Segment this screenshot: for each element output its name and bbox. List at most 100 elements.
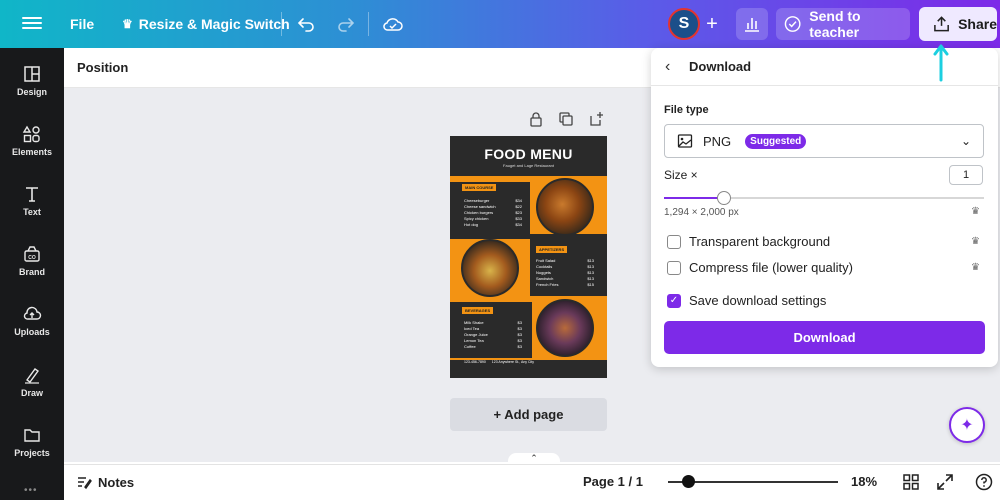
back-chevron-icon[interactable]: ‹ <box>665 58 670 76</box>
sidebar-item-label: Brand <box>18 267 45 277</box>
text-icon <box>26 187 38 202</box>
menu-subtitle: Fauget and Lage Restaurant <box>503 163 554 168</box>
menu-address: 123 Anywhere St., Any City <box>491 360 535 364</box>
insights-button[interactable] <box>736 8 768 40</box>
position-button[interactable]: Position <box>77 60 128 75</box>
sidebar-item-uploads[interactable]: Uploads <box>0 298 64 354</box>
sidebar-item-label: Draw <box>20 388 43 398</box>
menu-list: Fruit Salad $13 Cocktails $13 Nuggets $13 S… <box>536 258 594 287</box>
file-type-value: PNG <box>703 133 732 149</box>
add-page-button[interactable]: + Add page <box>450 398 607 431</box>
crown-icon: ♛ <box>971 236 980 247</box>
menu-phone: 123-456-7890 <box>464 360 486 364</box>
food-menu-design[interactable]: FOOD MENU Fauget and Lage Restaurant MAI… <box>450 136 607 378</box>
suggested-badge: Suggested <box>745 133 807 149</box>
cloud-saved-icon[interactable] <box>382 13 404 35</box>
notes-label: Notes <box>98 474 135 490</box>
drinks-photo <box>536 299 594 357</box>
avatar-initial: S <box>678 15 690 32</box>
section-tag: BEVERAGES <box>462 307 494 314</box>
arrow-up-annotation-icon <box>933 44 949 82</box>
sidebar-item-label: Design <box>16 87 47 97</box>
main-menu-button[interactable] <box>22 14 42 34</box>
page-counter[interactable]: Page 1 / 1 <box>583 474 643 489</box>
resize-magic-switch-button[interactable]: ♛ Resize & Magic Switch <box>122 0 290 48</box>
draw-icon <box>25 368 39 384</box>
fullscreen-icon[interactable] <box>936 473 954 491</box>
more-apps-button[interactable]: ••• <box>24 485 38 496</box>
user-avatar[interactable]: S <box>668 8 700 40</box>
elements-icon <box>22 125 40 143</box>
option-label: Transparent background <box>689 234 831 249</box>
compress-file-option[interactable]: Compress file (lower quality) <box>667 260 853 275</box>
food-photo <box>536 178 594 236</box>
file-label: File <box>70 16 95 32</box>
option-label: Save download settings <box>689 293 827 308</box>
page-tools <box>528 111 604 127</box>
redo-icon[interactable] <box>336 14 356 34</box>
sidebar-item-text[interactable]: Text <box>0 178 64 234</box>
panel-title: Download <box>689 59 752 74</box>
toolbar-divider <box>281 12 282 36</box>
uploads-icon <box>23 306 42 320</box>
check-circle-icon <box>784 16 801 32</box>
help-icon[interactable] <box>975 473 993 491</box>
add-collaborator-button[interactable]: + <box>702 11 722 37</box>
sidebar-item-label: Elements <box>11 147 53 157</box>
dimensions-readout: 1,294 × 2,000 px <box>664 207 739 218</box>
save-download-settings-option[interactable]: ✓ Save download settings <box>667 293 826 308</box>
grid-view-icon[interactable] <box>902 473 920 491</box>
menu-list: Milk Shake $3 Iced Tea $3 Orange Juice $3 L… <box>464 320 522 349</box>
undo-icon[interactable] <box>296 14 316 34</box>
section-tag: MAIN COURSE <box>462 184 497 191</box>
menu-title: FOOD MENU <box>484 146 573 162</box>
checkbox-checked[interactable]: ✓ <box>667 293 681 308</box>
sidebar-item-projects[interactable]: Projects <box>0 419 64 475</box>
section-tag: APPETIZERS <box>536 246 568 253</box>
sidebar-item-design[interactable]: Design <box>0 58 64 114</box>
crown-icon: ♛ <box>971 206 980 217</box>
design-icon <box>24 66 40 82</box>
size-slider-handle[interactable] <box>717 191 731 205</box>
menu-footer: 123-456-7890 123 Anywhere St., Any City <box>464 360 534 364</box>
resize-label: Resize & Magic Switch <box>138 16 290 32</box>
add-page-icon[interactable] <box>588 111 604 127</box>
size-label: Size × <box>664 168 698 182</box>
chevron-down-icon: ⌄ <box>960 134 971 148</box>
transparent-background-option[interactable]: Transparent background <box>667 234 830 249</box>
checkbox[interactable] <box>667 234 681 249</box>
sidebar-item-draw[interactable]: Draw <box>0 359 64 415</box>
download-button[interactable]: Download <box>664 321 985 354</box>
sidebar-item-brand[interactable]: CO Brand <box>0 238 64 294</box>
send-to-teacher-button[interactable]: Send to teacher <box>776 8 910 40</box>
notes-icon <box>78 477 92 490</box>
sidebar-item-elements[interactable]: Elements <box>0 118 64 174</box>
projects-icon <box>24 429 40 442</box>
checkbox[interactable] <box>667 260 681 275</box>
option-label: Compress file (lower quality) <box>689 260 853 275</box>
share-button[interactable]: Share <box>919 7 997 41</box>
share-label: Share <box>958 16 997 32</box>
menu-list: Cheeseburger $34 Cheese sandwich $22 Chick… <box>464 198 522 227</box>
sparkle-icon: ✦ <box>960 417 974 434</box>
lock-icon[interactable] <box>528 111 544 127</box>
file-type-dropdown[interactable]: PNG Suggested ⌄ <box>664 124 984 158</box>
top-toolbar: File ♛ Resize & Magic Switch S + Send to… <box>0 0 1000 48</box>
zoom-level[interactable]: 18% <box>851 474 877 489</box>
image-icon <box>677 134 693 148</box>
file-menu-button[interactable]: File <box>70 0 94 48</box>
toolbar-divider <box>368 12 369 36</box>
crown-icon: ♛ <box>971 262 980 273</box>
file-type-label: File type <box>664 104 709 116</box>
size-multiplier-input[interactable]: 1 <box>949 165 983 185</box>
sidebar-item-label: Text <box>23 207 41 217</box>
zoom-slider-handle[interactable] <box>682 475 695 488</box>
crown-icon: ♛ <box>122 17 133 31</box>
size-slider-fill <box>664 197 724 199</box>
sidebar-item-label: Uploads <box>14 327 50 337</box>
magic-assistant-button[interactable]: ✦ <box>949 407 985 443</box>
notes-button[interactable]: Notes <box>76 474 134 490</box>
send-label: Send to teacher <box>809 8 861 40</box>
duplicate-icon[interactable] <box>558 111 574 127</box>
upload-share-icon <box>934 16 949 32</box>
